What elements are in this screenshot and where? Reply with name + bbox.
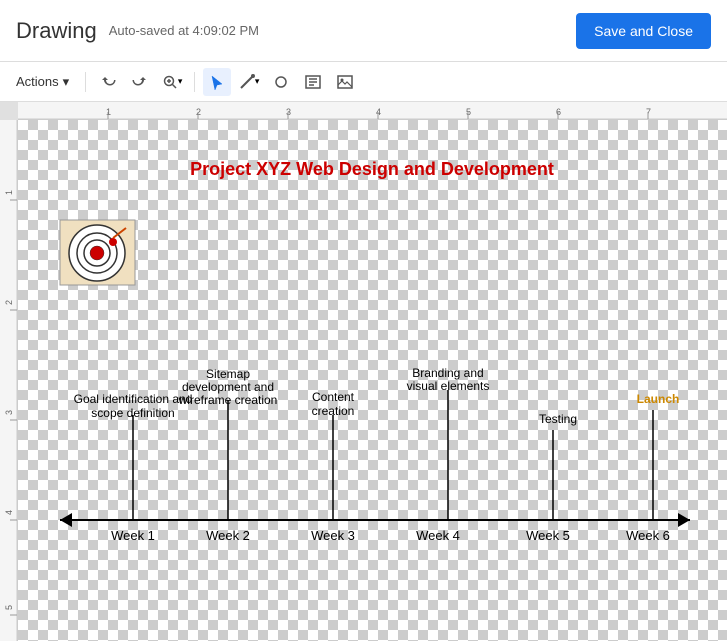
task1-label-2: scope definition [91, 406, 174, 420]
timeline-left-arrow [60, 513, 72, 527]
week5-label: Week 5 [526, 528, 570, 543]
select-tool-button[interactable] [203, 68, 231, 96]
svg-text:7: 7 [646, 107, 651, 117]
actions-label: Actions [16, 74, 59, 89]
title-bar: Drawing Auto-saved at 4:09:02 PM Save an… [0, 0, 727, 62]
svg-text:2: 2 [196, 107, 201, 117]
app-title: Drawing [16, 18, 97, 44]
title-bar-left: Drawing Auto-saved at 4:09:02 PM [16, 18, 259, 44]
toolbar-separator-2 [194, 72, 195, 92]
svg-text:6: 6 [556, 107, 561, 117]
ruler-left-svg: 1 2 3 4 5 [0, 120, 18, 641]
task6-label: Launch [637, 392, 680, 406]
svg-text:1: 1 [4, 190, 14, 195]
line-icon [239, 74, 255, 90]
task2-label-2: development and [182, 380, 274, 394]
actions-chevron-icon: ▾ [63, 74, 70, 90]
ruler-left: 1 2 3 4 5 [0, 120, 18, 641]
week1-label: Week 1 [111, 528, 155, 543]
task3-label-1: Content [312, 390, 355, 404]
task2-label-3: wireframe creation [178, 393, 278, 407]
svg-text:4: 4 [376, 107, 381, 117]
ruler-top-inner: 1 2 3 4 5 6 7 [18, 102, 727, 119]
text-tool-button[interactable] [299, 68, 327, 96]
zoom-button[interactable]: ▾ [158, 68, 186, 96]
svg-text:5: 5 [466, 107, 471, 117]
image-tool-button[interactable] [331, 68, 359, 96]
redo-button[interactable] [126, 68, 154, 96]
task5-label: Testing [539, 412, 577, 426]
ruler-top-svg: 1 2 3 4 5 6 7 [18, 102, 727, 120]
redo-icon [132, 74, 148, 90]
zoom-icon [162, 74, 178, 90]
svg-text:5: 5 [4, 605, 14, 610]
week4-label: Week 4 [416, 528, 460, 543]
toolbar: Actions ▾ ▾ ▾ [0, 62, 727, 102]
task2-label-1: Sitemap [206, 367, 250, 381]
task3-label-2: creation [312, 404, 355, 418]
actions-menu-button[interactable]: Actions ▾ [8, 70, 77, 94]
zoom-chevron: ▾ [178, 76, 183, 87]
week6-label: Week 6 [626, 528, 670, 543]
text-icon [305, 74, 321, 90]
task4-label-2: visual elements [407, 379, 490, 393]
line-tool-button[interactable]: ▾ [235, 68, 263, 96]
undo-icon [100, 74, 116, 90]
svg-text:2: 2 [4, 300, 14, 305]
task1-label-1: Goal identification and [74, 392, 193, 406]
week2-label: Week 2 [206, 528, 250, 543]
svg-text:1: 1 [106, 107, 111, 117]
bullseye-center [90, 246, 104, 260]
shapes-icon [273, 74, 289, 90]
toolbar-separator-1 [85, 72, 86, 92]
canvas-wrapper: 1 2 3 4 5 6 7 1 2 3 [0, 102, 727, 641]
ruler-top: 1 2 3 4 5 6 7 [18, 102, 727, 120]
undo-button[interactable] [94, 68, 122, 96]
canvas-area[interactable]: Project XYZ Web Design and Development W… [18, 120, 727, 641]
week3-label: Week 3 [311, 528, 355, 543]
line-chevron: ▾ [255, 76, 260, 87]
svg-text:3: 3 [286, 107, 291, 117]
dart-head [109, 238, 117, 246]
svg-text:4: 4 [4, 510, 14, 515]
drawing-svg: Project XYZ Web Design and Development W… [18, 120, 727, 641]
project-title-text: Project XYZ Web Design and Development [190, 159, 554, 179]
image-icon [337, 74, 353, 90]
autosave-text: Auto-saved at 4:09:02 PM [109, 23, 259, 38]
shapes-tool-button[interactable] [267, 68, 295, 96]
task4-label-1: Branding and [412, 366, 483, 380]
timeline-right-arrow [678, 513, 690, 527]
select-cursor-icon [210, 74, 224, 90]
save-close-button[interactable]: Save and Close [576, 13, 711, 49]
svg-text:3: 3 [4, 410, 14, 415]
